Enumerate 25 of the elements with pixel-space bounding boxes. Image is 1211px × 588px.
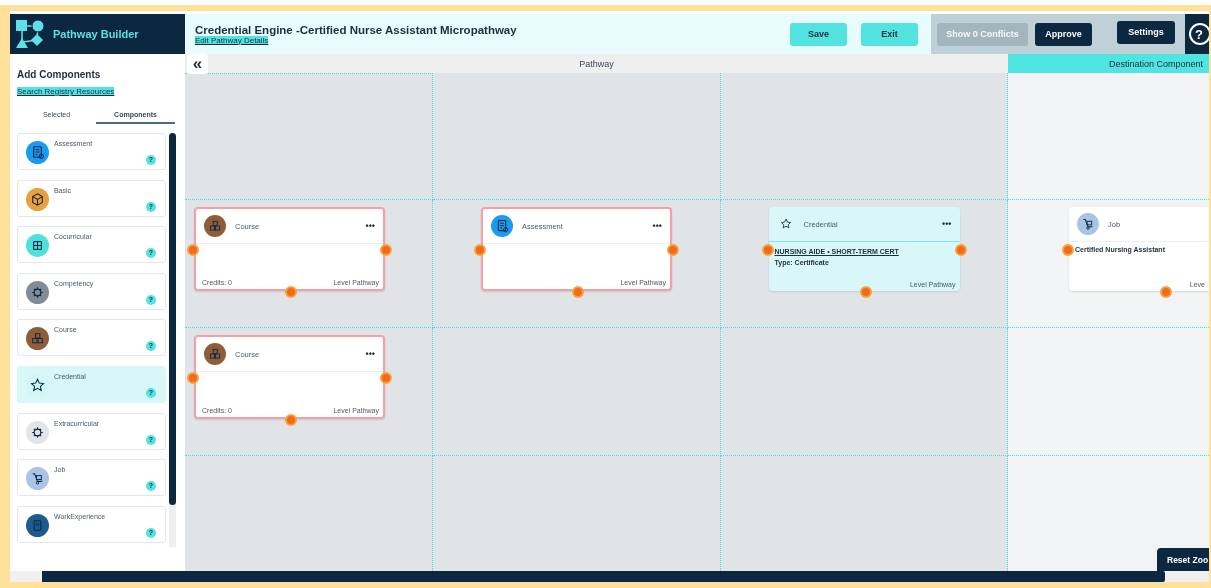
more-menu[interactable]: ••• (942, 219, 952, 229)
toolbar-button[interactable]: Settings (1117, 20, 1175, 44)
connection-handle[interactable] (187, 244, 199, 256)
scrollbar[interactable] (169, 133, 176, 505)
connection-handle[interactable] (474, 244, 486, 256)
pathway-title: Credential Engine -Certified Nurse Assistant Micropathway (195, 23, 517, 36)
more-menu[interactable]: ••• (652, 221, 662, 231)
connection-handle[interactable] (187, 372, 199, 384)
edit-details-link[interactable]: Edit Pathway Details (195, 35, 269, 45)
scrollbar[interactable] (42, 571, 1165, 582)
app-name: Pathway Builder (53, 28, 139, 40)
column-header: Destination Component (1008, 54, 1209, 73)
collapse-button[interactable]: « (187, 54, 208, 74)
help-button[interactable]: ? (1189, 23, 1209, 45)
toolbar-button[interactable]: Exit (861, 22, 918, 46)
connection-handle[interactable] (761, 244, 774, 256)
toolbar-button[interactable]: Save (790, 22, 847, 46)
more-menu[interactable]: ••• (365, 349, 375, 359)
more-menu[interactable]: ••• (365, 221, 375, 231)
sidebar-heading: Add Components (17, 69, 102, 80)
connection-handle[interactable] (1062, 244, 1074, 256)
logo-icon (13, 17, 47, 51)
toolbar-button[interactable]: Approve (1035, 22, 1092, 46)
search-registry-link[interactable]: Search Registry Resources (17, 87, 115, 96)
reset-zoom-button[interactable]: Reset Zoo (1157, 548, 1209, 571)
